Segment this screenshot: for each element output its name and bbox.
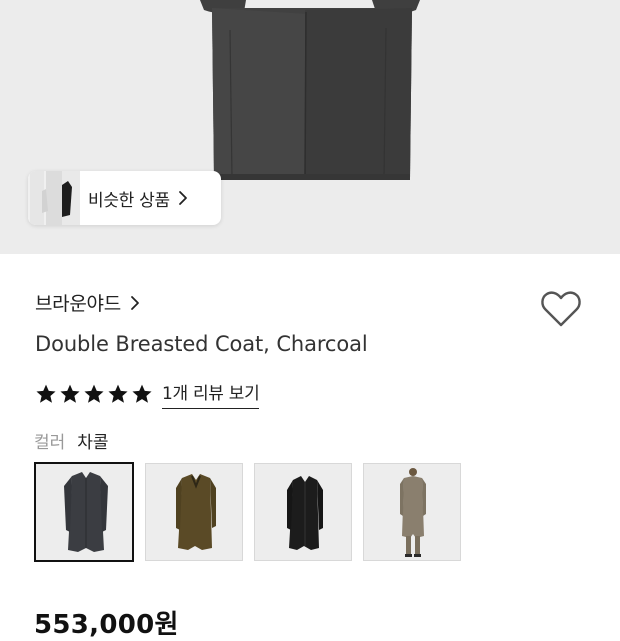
star-icon (84, 384, 104, 403)
similar-products-button[interactable]: 비슷한 상품 (28, 171, 221, 225)
color-swatch-charcoal[interactable] (34, 462, 134, 562)
color-swatch-beige-model[interactable] (363, 463, 461, 561)
reviews-link[interactable]: 1개 리뷰 보기 (162, 379, 260, 409)
chevron-right-icon (178, 191, 187, 205)
similar-products-thumbnail (28, 171, 80, 225)
rating-row: 1개 리뷰 보기 (35, 379, 260, 409)
star-icon (36, 384, 56, 403)
color-swatch-olive[interactable] (145, 463, 243, 561)
similar-products-label: 비슷한 상품 (88, 190, 170, 211)
star-icon (108, 384, 128, 403)
color-swatch-list (34, 462, 461, 562)
product-hero-image[interactable]: 비슷한 상품 (0, 0, 620, 254)
product-title: Double Breasted Coat, Charcoal (35, 332, 368, 356)
brand-link[interactable]: 브라운야드 (35, 289, 141, 316)
color-swatch-black[interactable] (254, 463, 352, 561)
brand-name: 브라운야드 (35, 293, 121, 315)
color-row: 컬러 차콜 (34, 428, 109, 453)
color-value: 차콜 (77, 433, 109, 453)
product-price: 553,000원 (34, 610, 179, 640)
color-label: 컬러 (34, 433, 66, 453)
heart-icon[interactable] (540, 290, 582, 328)
star-icon (132, 384, 152, 403)
rating-stars (35, 383, 153, 405)
chevron-right-icon (131, 295, 139, 310)
star-icon (60, 384, 80, 403)
